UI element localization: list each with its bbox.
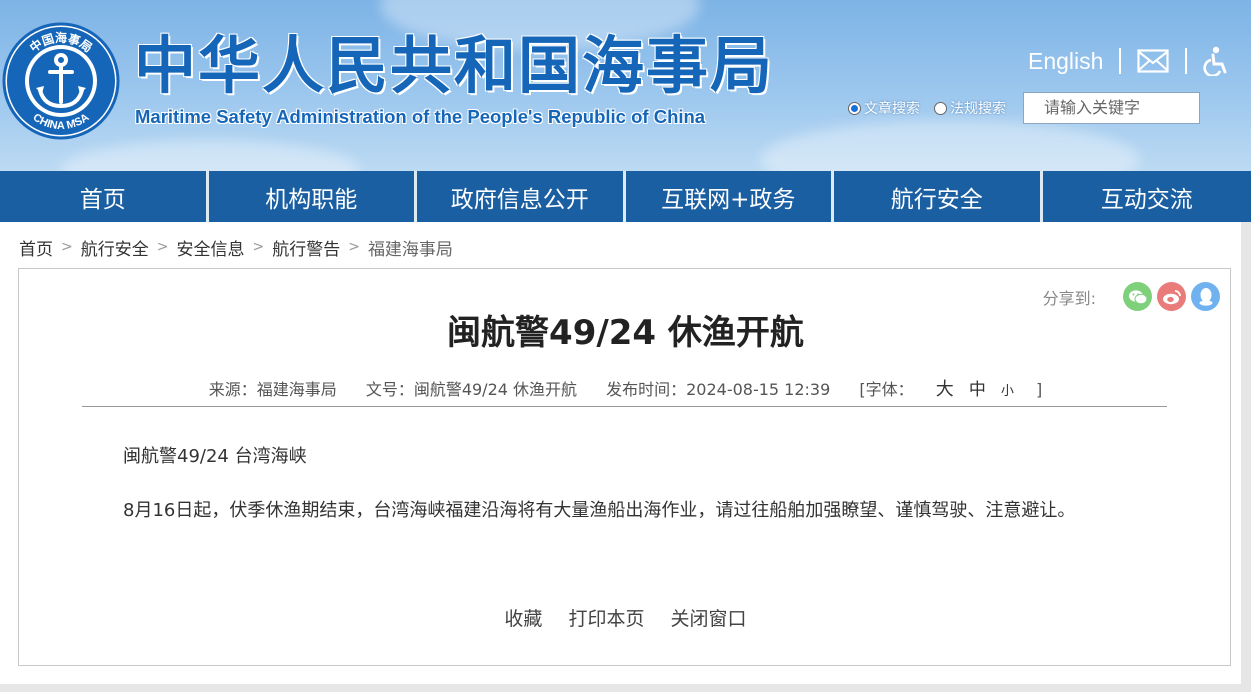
meta-divider [82,406,1167,407]
breadcrumb-safety-info[interactable]: 安全信息 [176,235,244,260]
chevron-right-icon: > [156,239,169,255]
nav-item-interaction[interactable]: 互动交流 [1042,171,1251,222]
font-size-switcher: [字体： 大 中 小 ] [847,379,1054,400]
article-title: 闽航警49/24 休渔开航 [447,313,804,353]
search-area: 文章搜索 法规搜索 请输入关键字 [848,92,1200,124]
nav-item-home[interactable]: 首页 [0,171,206,222]
article-paragraph: 闽航警49/24 台湾海峡 [123,446,307,467]
bottom-edge [0,684,1251,692]
nav-item-gov-info[interactable]: 政府信息公开 [417,171,623,222]
scroll-edge [1241,222,1251,692]
favorite-button[interactable]: 收藏 [504,608,542,630]
article-source: 来源：福建海事局 [208,380,337,399]
site-title-cn: 中华人民共和国海事局 [134,29,775,102]
anchor-icon: 中国海事局 CHINA MSA [2,22,120,140]
radio-button[interactable] [934,101,947,115]
breadcrumb-home[interactable]: 首页 [19,235,53,260]
divider [1119,48,1122,74]
radio-button-checked[interactable] [848,101,861,115]
search-option-article[interactable]: 文章搜索 [848,98,920,118]
search-option-law[interactable]: 法规搜索 [934,98,1006,118]
mail-icon[interactable] [1137,49,1170,73]
chevron-right-icon: > [252,239,265,255]
main-nav: 首页 机构职能 政府信息公开 互联网+政务 航行安全 互动交流 [0,171,1251,222]
font-size-large-button[interactable]: 大 [936,379,954,400]
chevron-right-icon: > [348,239,360,255]
top-links: English [1028,44,1229,78]
breadcrumb-fujian-msa[interactable]: 福建海事局 [368,235,453,260]
article-publish-time: 发布时间：2024-08-15 12:39 [606,380,831,399]
breadcrumb-navigation-safety[interactable]: 航行安全 [81,235,149,260]
nav-item-functions[interactable]: 机构职能 [208,171,414,222]
accessibility-icon[interactable] [1203,46,1229,76]
nav-item-internet-gov[interactable]: 互联网+政务 [625,171,831,222]
article-actions: 收藏 打印本页 关闭窗口 [19,604,1232,631]
search-input[interactable]: 请输入关键字 [1023,92,1200,124]
english-link[interactable]: English [1028,48,1103,75]
font-size-small-button[interactable]: 小 [1001,384,1014,399]
print-button[interactable]: 打印本页 [568,608,644,630]
font-size-label: [字体： [859,380,914,399]
article-meta: 来源：福建海事局 文号：闽航警49/24 休渔开航 发布时间：2024-08-1… [19,375,1232,401]
font-size-medium-button[interactable]: 中 [969,380,986,400]
msa-logo[interactable]: 中国海事局 CHINA MSA [2,22,120,140]
breadcrumb: 首页 > 航行安全 > 安全信息 > 航行警告 > 福建海事局 [19,235,453,260]
font-size-close-bracket: ] [1036,380,1043,399]
breadcrumb-nav-warning[interactable]: 航行警告 [272,235,340,260]
site-title-en: Maritime Safety Administration of the Pe… [135,106,706,127]
article-paragraph: 8月16日起，伏季休渔期结束，台湾海峡福建沿海将有大量渔船出海作业，请过往船舶加… [123,500,1076,521]
divider [1185,48,1188,74]
site-header: 中国海事局 CHINA MSA 中华人民共和国海事局 Maritime Safe… [0,0,1251,171]
nav-item-navigation-safety[interactable]: 航行安全 [834,171,1040,222]
article-panel: 分享到: 闽航警49/24 休渔开航 来源：福建海事局 文号：闽航警49/24 … [18,268,1231,666]
close-window-button[interactable]: 关闭窗口 [671,608,747,630]
article-doc-number: 文号：闽航警49/24 休渔开航 [365,380,578,399]
chevron-right-icon: > [61,239,73,255]
